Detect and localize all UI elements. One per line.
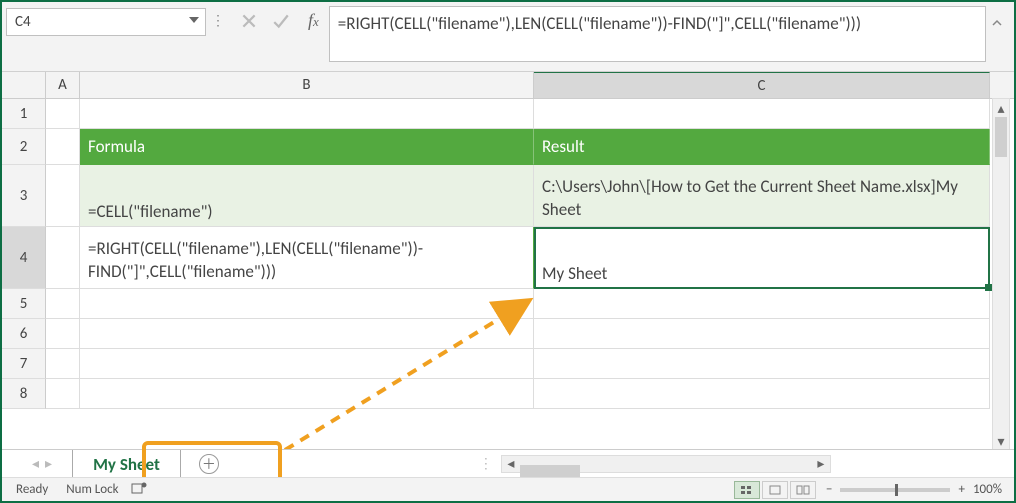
tab-split-handle[interactable]: ⋮: [479, 455, 493, 472]
cell[interactable]: [46, 349, 80, 379]
cell[interactable]: [80, 289, 534, 319]
cell[interactable]: [534, 319, 990, 349]
fx-icon[interactable]: fx: [308, 10, 319, 31]
tab-next-icon[interactable]: ▸: [45, 455, 52, 472]
name-box-value: C4: [15, 13, 31, 31]
column-headers: A B C: [2, 72, 1014, 99]
row-header[interactable]: 3: [2, 165, 46, 227]
enter-icon[interactable]: [272, 12, 290, 34]
formula-input[interactable]: =RIGHT(CELL("filename"),LEN(CELL("filena…: [329, 6, 986, 62]
scroll-down-icon[interactable]: ▾: [993, 432, 1009, 450]
row-header[interactable]: 2: [2, 129, 46, 165]
cell[interactable]: [80, 99, 534, 129]
formula-text: =RIGHT(CELL("filename"),LEN(CELL("filena…: [338, 13, 861, 34]
zoom-controls: − + 100%: [826, 482, 1002, 497]
cell[interactable]: [534, 289, 990, 319]
status-numlock: Num Lock: [66, 482, 118, 497]
row-header[interactable]: 6: [2, 319, 46, 349]
zoom-in-button[interactable]: +: [958, 482, 964, 497]
chevron-down-icon[interactable]: [189, 17, 199, 23]
spreadsheet-grid: 1 2 Formula Result 3 =CELL("filename") C…: [2, 99, 1014, 409]
cell[interactable]: [80, 319, 534, 349]
zoom-slider-thumb[interactable]: [895, 484, 898, 496]
select-all-corner[interactable]: [2, 72, 46, 98]
sheet-tabs-bar: ◂ ▸ My Sheet ＋ ⋮ ◂ ▸: [2, 449, 1014, 477]
zoom-slider[interactable]: [840, 488, 950, 492]
cell[interactable]: [46, 227, 80, 289]
macro-record-icon[interactable]: [131, 481, 147, 499]
cell[interactable]: [46, 165, 80, 227]
add-sheet-button[interactable]: ＋: [199, 454, 219, 474]
cell[interactable]: [534, 379, 990, 409]
scrollbar-thumb[interactable]: [995, 117, 1007, 157]
status-ready: Ready: [16, 482, 48, 497]
formula-bar: C4 ⋮ fx =RIGHT(CELL("filename"),LEN(CELL…: [2, 2, 1014, 72]
cell[interactable]: [46, 99, 80, 129]
horizontal-scrollbar[interactable]: ◂ ▸: [501, 455, 831, 473]
page-layout-view-button[interactable]: [762, 481, 788, 499]
cell[interactable]: [534, 99, 990, 129]
cell-c3[interactable]: C:\Users\John\[How to Get the Current Sh…: [534, 165, 990, 227]
row-header[interactable]: 1: [2, 99, 46, 129]
cell[interactable]: [46, 289, 80, 319]
column-header-a[interactable]: A: [46, 72, 80, 98]
cancel-icon[interactable]: [240, 12, 258, 34]
formula-bar-expand-icon[interactable]: [990, 16, 1004, 34]
cell-header-formula[interactable]: Formula: [80, 129, 534, 165]
cell[interactable]: [46, 379, 80, 409]
row-header[interactable]: 8: [2, 379, 46, 409]
tab-prev-icon[interactable]: ◂: [32, 455, 39, 472]
row-header[interactable]: 5: [2, 289, 46, 319]
cell[interactable]: [534, 349, 990, 379]
cell[interactable]: [80, 349, 534, 379]
name-box[interactable]: C4: [6, 8, 206, 36]
normal-view-button[interactable]: [734, 481, 760, 499]
cell-b4[interactable]: =RIGHT(CELL("filename"),LEN(CELL("filena…: [80, 227, 534, 289]
name-box-expand-icon[interactable]: ⋮: [210, 12, 226, 29]
column-header-b[interactable]: B: [80, 72, 534, 98]
status-bar: Ready Num Lock − + 100%: [2, 477, 1014, 501]
sheet-tab[interactable]: My Sheet: [72, 450, 181, 478]
cell-c4[interactable]: My Sheet: [534, 227, 990, 289]
scroll-up-icon[interactable]: ▴: [993, 99, 1009, 117]
column-header-c[interactable]: C: [534, 72, 990, 98]
cell[interactable]: [46, 129, 80, 165]
cell[interactable]: [46, 319, 80, 349]
cell[interactable]: [80, 379, 534, 409]
tab-nav: ◂ ▸: [32, 455, 52, 472]
view-buttons: [734, 481, 816, 499]
zoom-level[interactable]: 100%: [973, 482, 1002, 497]
vertical-scrollbar[interactable]: ▴ ▾: [992, 98, 1010, 451]
page-break-view-button[interactable]: [790, 481, 816, 499]
cell-b3[interactable]: =CELL("filename"): [80, 165, 534, 227]
scroll-right-icon[interactable]: ▸: [812, 455, 830, 472]
zoom-out-button[interactable]: −: [826, 482, 832, 497]
cell-header-result[interactable]: Result: [534, 129, 990, 165]
row-header[interactable]: 4: [2, 227, 46, 289]
scroll-left-icon[interactable]: ◂: [502, 455, 520, 472]
formula-bar-buttons: [240, 12, 290, 34]
row-header[interactable]: 7: [2, 349, 46, 379]
